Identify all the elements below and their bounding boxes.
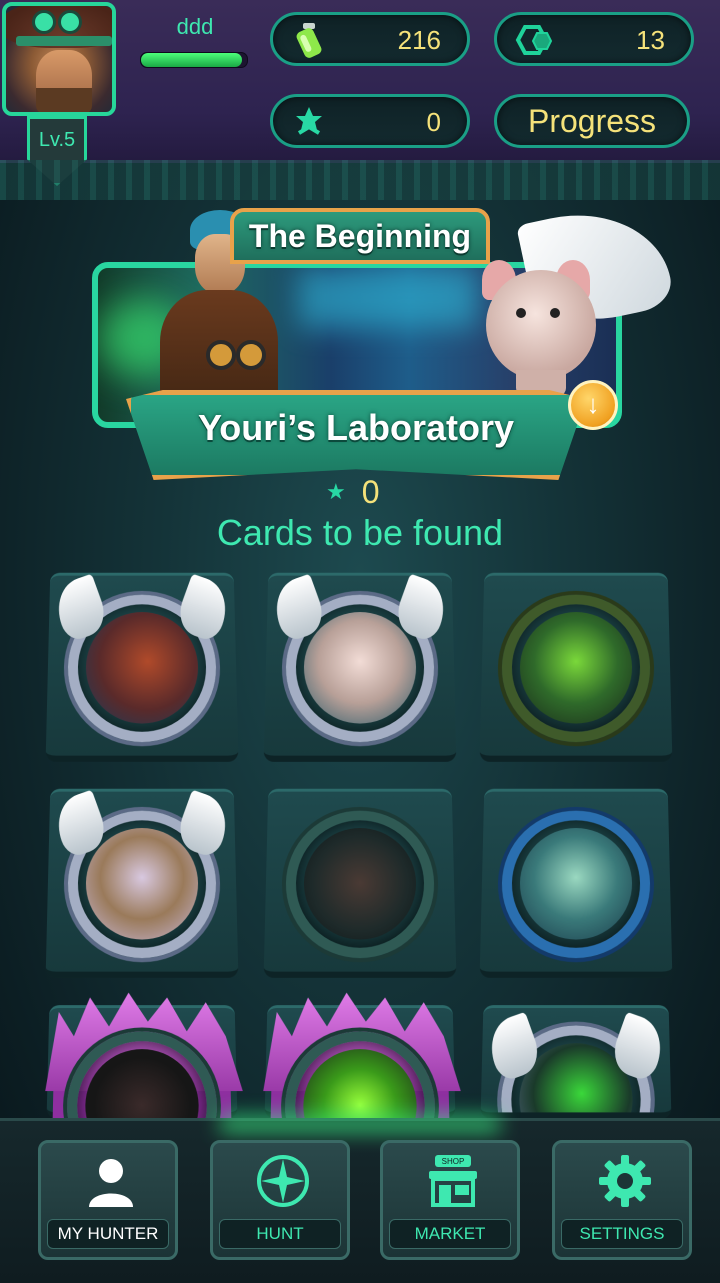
level-label: Lv.5: [38, 129, 76, 151]
progress-label: Progress: [527, 103, 657, 139]
location-ribbon: Youri’s Laboratory: [126, 390, 586, 480]
player-name: ddd: [176, 14, 214, 39]
location-name: Youri’s Laboratory: [197, 407, 515, 448]
goggle-icon: [32, 10, 56, 34]
chapter-star-count: ★ 0: [326, 474, 380, 511]
gear-icon: [599, 1155, 651, 1207]
user-icon: [89, 1159, 133, 1207]
card-lightning-serpent[interactable]: [45, 572, 239, 762]
mech-fish-art: [519, 828, 633, 940]
nav-my-hunter[interactable]: MY HUNTER: [38, 1140, 178, 1260]
card-shadow-wolf[interactable]: [263, 788, 457, 978]
energy-bottle-icon: [296, 23, 322, 58]
star-counter[interactable]: 0: [270, 94, 470, 148]
griffin-art: [85, 828, 199, 940]
lightning-serpent-art: [85, 612, 199, 724]
cards-to-find-label: Cards to be found: [216, 512, 504, 553]
gem-counter[interactable]: 13: [494, 12, 694, 66]
card-mech-fish[interactable]: [479, 788, 673, 978]
nav-settings[interactable]: SETTINGS: [552, 1140, 692, 1260]
card-green-spirit[interactable]: [265, 1005, 456, 1202]
hex-gem-icon: [515, 25, 553, 55]
shop-icon: SHOP: [429, 1155, 477, 1207]
energy-counter[interactable]: 216: [270, 12, 470, 66]
shop-sign-text: SHOP: [442, 1157, 465, 1166]
nav-market[interactable]: SHOP MARKET: [380, 1140, 520, 1260]
chapter-title: The Beginning: [248, 218, 472, 254]
energy-value: 216: [397, 25, 441, 55]
chapter-stars-value: 0: [361, 474, 380, 510]
nav-my-hunter-label: MY HUNTER: [47, 1219, 169, 1249]
nav-market-label: MARKET: [389, 1219, 511, 1249]
nav-hunt-label: HUNT: [219, 1219, 341, 1249]
star-chevron-icon: [296, 107, 322, 135]
player-avatar[interactable]: [2, 2, 116, 116]
star-value: 0: [426, 107, 441, 137]
gem-value: 13: [636, 25, 665, 55]
vine-beast-art: [519, 612, 633, 724]
star-chevron-icon: ★: [326, 479, 346, 504]
winged-rat-character: [476, 196, 676, 410]
top-bar: ddd 216 13 0 Progress: [0, 0, 720, 163]
nav-hunt[interactable]: HUNT: [210, 1140, 350, 1260]
compass-icon: [257, 1155, 309, 1207]
winged-rat-art: [303, 612, 417, 724]
card-griffin[interactable]: [45, 788, 239, 978]
card-dark-creature[interactable]: [47, 1005, 238, 1202]
down-arrow-icon[interactable]: ↓: [568, 380, 618, 430]
card-vine-beast[interactable]: [479, 572, 673, 762]
progress-button[interactable]: Progress: [494, 94, 690, 148]
card-green-robot[interactable]: [480, 1005, 672, 1119]
xp-bar: [140, 52, 248, 68]
goggle-icon: [58, 10, 82, 34]
xp-bar-fill: [141, 53, 242, 67]
background-arch: [0, 160, 720, 200]
nav-settings-label: SETTINGS: [561, 1219, 683, 1249]
shadow-wolf-art: [303, 828, 417, 940]
chapter-title-ribbon: The Beginning: [230, 208, 490, 264]
card-winged-rat[interactable]: [263, 572, 457, 762]
